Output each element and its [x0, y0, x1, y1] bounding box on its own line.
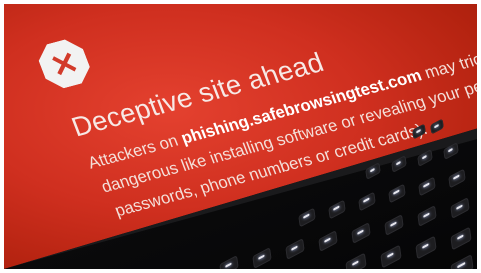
keyboard-key — [450, 196, 470, 220]
keyboard-key — [450, 253, 474, 269]
key-glyph — [421, 154, 428, 160]
key-glyph — [423, 182, 430, 188]
keyboard-key — [298, 206, 316, 228]
key-glyph — [421, 243, 429, 249]
keyboard-key — [391, 155, 407, 174]
key-glyph — [416, 128, 421, 133]
key-glyph — [363, 198, 370, 204]
keyboard-key — [252, 246, 272, 269]
key-glyph — [457, 262, 466, 269]
keyboard-key — [430, 118, 444, 135]
key-glyph — [453, 174, 460, 180]
keyboard-key — [448, 168, 466, 189]
backlit-keys — [4, 4, 477, 269]
key-glyph — [423, 212, 430, 218]
keyboard-key — [358, 191, 376, 212]
key-glyph — [324, 237, 331, 243]
keyboard-key — [412, 123, 426, 140]
key-glyph — [434, 123, 439, 129]
key-glyph — [456, 234, 464, 240]
keyboard-key — [219, 254, 239, 269]
keyboard-key — [388, 183, 406, 204]
keyboard-key — [417, 148, 433, 167]
photo: Deceptive site ahead Attackers on phishi… — [4, 4, 477, 269]
key-glyph — [395, 160, 402, 166]
keyboard-key — [450, 226, 472, 251]
keyboard-key — [418, 176, 436, 197]
keyboard-key — [443, 141, 459, 161]
keyboard-key — [351, 221, 371, 244]
key-glyph — [369, 167, 376, 173]
keyboard-key — [318, 229, 338, 253]
keyboard-key — [415, 235, 437, 260]
key-glyph — [291, 245, 298, 251]
keyboard-key — [417, 205, 437, 228]
keyboard-key — [328, 199, 346, 220]
key-glyph — [357, 228, 364, 235]
keyboard-key — [345, 252, 367, 269]
key-glyph — [303, 213, 310, 219]
keyboard-key — [380, 244, 402, 269]
key-glyph — [390, 220, 397, 226]
key-glyph — [447, 147, 454, 153]
key-glyph — [351, 260, 359, 267]
key-glyph — [258, 253, 265, 259]
key-glyph — [333, 205, 340, 211]
key-glyph — [456, 204, 463, 210]
key-glyph — [225, 261, 232, 268]
key-glyph — [386, 251, 394, 258]
key-glyph — [393, 190, 400, 196]
keyboard-key — [285, 238, 305, 261]
keyboard-key — [384, 213, 404, 236]
keyboard-key — [365, 161, 381, 180]
